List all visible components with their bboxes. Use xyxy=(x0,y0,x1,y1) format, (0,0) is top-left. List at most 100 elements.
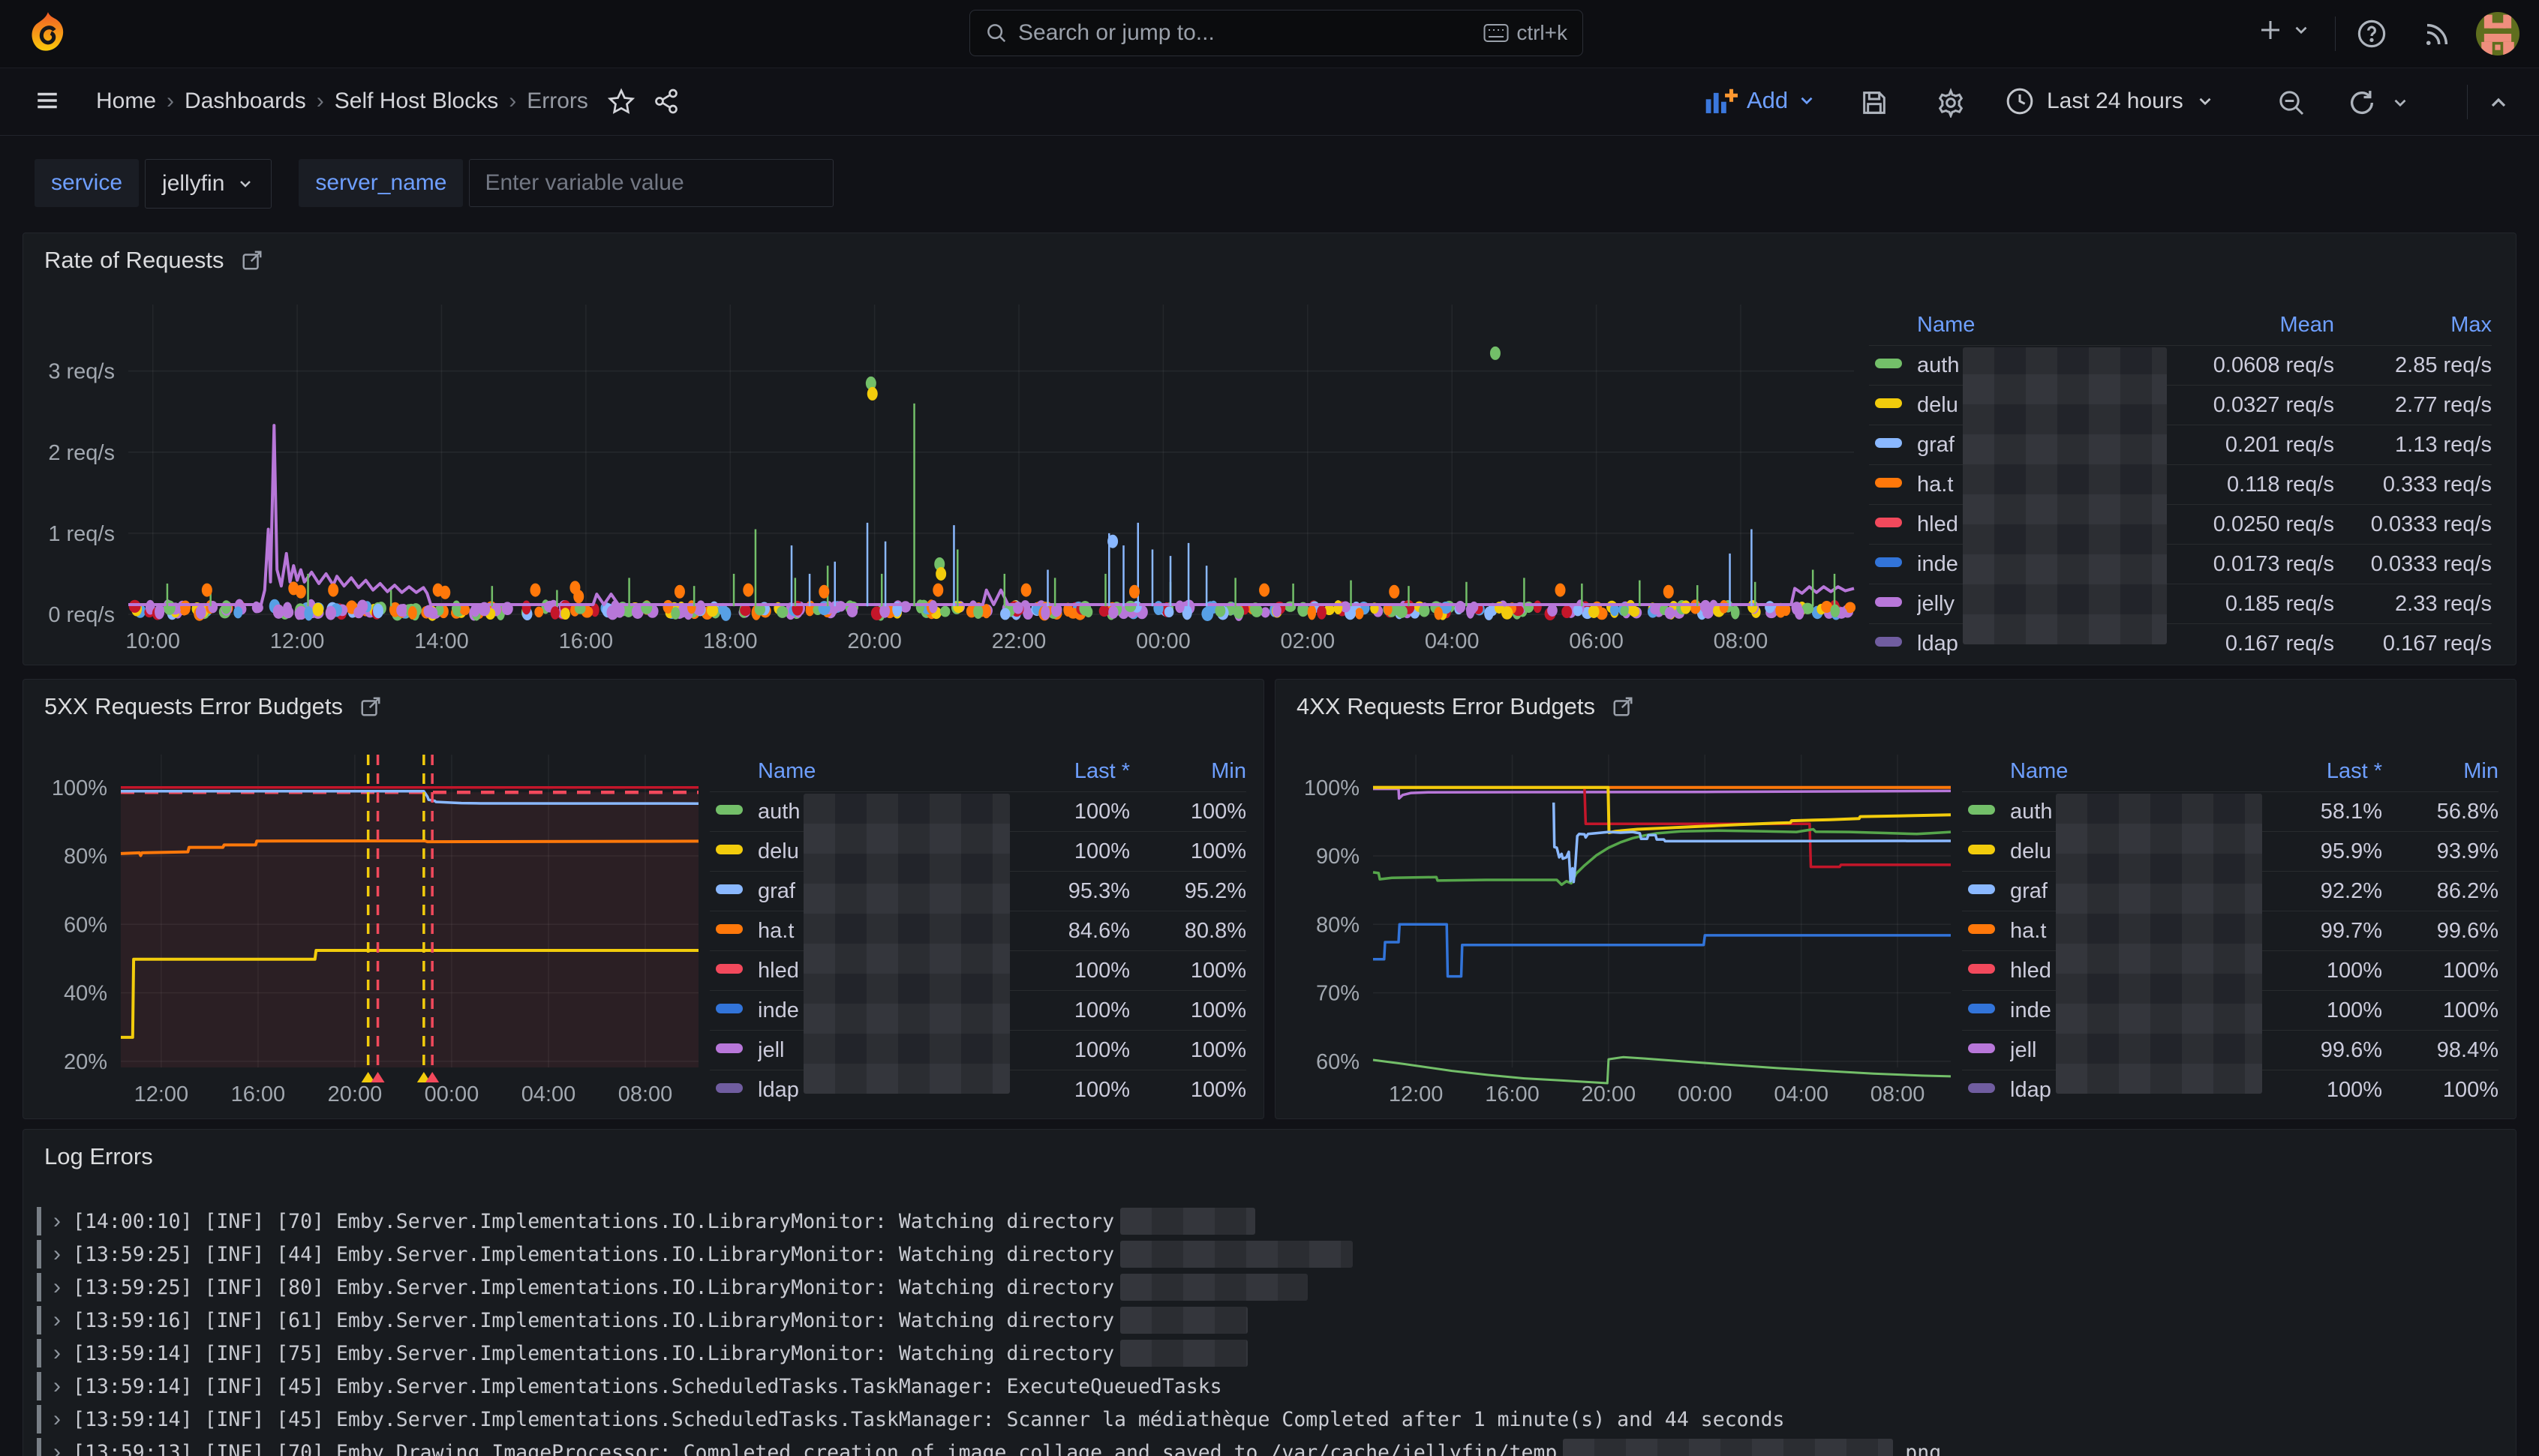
favorite-star-icon[interactable] xyxy=(608,88,635,115)
breadcrumb-separator: › xyxy=(306,89,335,114)
log-level-bar xyxy=(37,1438,41,1456)
series-value-2: 95.2% xyxy=(1130,879,1246,904)
log-message: [13:59:25] [INF] [80] Emby.Server.Implem… xyxy=(73,1276,1114,1299)
user-avatar[interactable] xyxy=(2476,12,2519,56)
log-row[interactable]: ›[13:59:14] [INF] [45] Emby.Server.Imple… xyxy=(23,1370,2516,1403)
series-color-pill xyxy=(1875,557,1902,567)
log-row[interactable]: ›[13:59:16] [INF] [61] Emby.Server.Imple… xyxy=(23,1304,2516,1337)
series-color-pill xyxy=(1968,805,1995,815)
series-color-pill xyxy=(716,884,743,894)
refresh-button[interactable] xyxy=(2347,88,2410,118)
log-row[interactable]: ›[13:59:14] [INF] [45] Emby.Server.Imple… xyxy=(23,1403,2516,1436)
log-expand-chevron-icon[interactable]: › xyxy=(41,1406,73,1432)
time-range-label: Last 24 hours xyxy=(2047,89,2183,114)
series-value-2: 2.33 req/s xyxy=(2334,592,2492,617)
series-color-pill xyxy=(716,845,743,854)
news-icon[interactable] xyxy=(2422,18,2453,50)
series-value-2: 100% xyxy=(1130,1038,1246,1063)
series-value-2: 2.77 req/s xyxy=(2334,393,2492,418)
svg-text:16:00: 16:00 xyxy=(559,629,614,653)
save-dashboard-icon[interactable] xyxy=(1859,88,1889,118)
menu-toggle-icon[interactable] xyxy=(33,88,62,113)
log-level-bar xyxy=(37,1240,41,1268)
series-value-1: 0.0173 req/s xyxy=(2147,552,2334,577)
dashboard-settings-gear-icon[interactable] xyxy=(1936,88,1966,118)
series-value-2: 2.85 req/s xyxy=(2334,353,2492,378)
clock-icon xyxy=(2005,86,2035,116)
log-row[interactable]: ›[13:59:25] [INF] [44] Emby.Server.Imple… xyxy=(23,1238,2516,1271)
log-message-suffix: .png xyxy=(1893,1441,1941,1456)
search-shortcut: ctrl+k xyxy=(1483,21,1567,45)
log-expand-chevron-icon[interactable]: › xyxy=(41,1373,73,1399)
svg-text:40%: 40% xyxy=(64,982,107,1006)
svg-text:20:00: 20:00 xyxy=(1582,1082,1636,1106)
series-value-1: 0.118 req/s xyxy=(2147,473,2334,497)
svg-text:04:00: 04:00 xyxy=(521,1082,576,1106)
series-value-2: 98.4% xyxy=(2382,1038,2498,1063)
variable-service-label: service xyxy=(35,159,139,207)
log-row[interactable]: ›[13:59:25] [INF] [80] Emby.Server.Imple… xyxy=(23,1271,2516,1304)
breadcrumb-current: Errors xyxy=(527,89,588,114)
log-row[interactable]: ›[14:00:10] [INF] [70] Emby.Server.Imple… xyxy=(23,1205,2516,1238)
series-color-pill xyxy=(716,1083,743,1093)
log-row[interactable]: ›[13:59:13] [INF] [70] Emby.Drawing.Imag… xyxy=(23,1436,2516,1456)
series-value-1: 0.185 req/s xyxy=(2147,592,2334,617)
svg-text:00:00: 00:00 xyxy=(1678,1082,1732,1106)
series-value-1: 0.201 req/s xyxy=(2147,433,2334,458)
svg-text:100%: 100% xyxy=(52,776,107,800)
log-expand-chevron-icon[interactable]: › xyxy=(41,1208,73,1234)
toolbar-divider xyxy=(2467,85,2468,119)
log-level-bar xyxy=(37,1306,41,1334)
collapse-chevron-up-icon[interactable] xyxy=(2486,91,2510,115)
log-expand-chevron-icon[interactable]: › xyxy=(41,1439,73,1456)
err5xx-timeseries-chart[interactable]: 100%80%60%40%20%12:0016:0020:0000:0004:0… xyxy=(23,680,714,1122)
panel-title[interactable]: Log Errors xyxy=(44,1143,153,1170)
series-value-2: 100% xyxy=(1130,800,1246,824)
redaction-blur xyxy=(1963,347,2167,644)
svg-text:18:00: 18:00 xyxy=(703,629,758,653)
new-button[interactable] xyxy=(2257,17,2311,44)
add-panel-icon xyxy=(1705,86,1738,115)
series-value-2: 100% xyxy=(1130,839,1246,864)
svg-text:16:00: 16:00 xyxy=(1485,1082,1540,1106)
log-expand-chevron-icon[interactable]: › xyxy=(41,1340,73,1366)
log-row[interactable]: ›[13:59:14] [INF] [75] Emby.Server.Imple… xyxy=(23,1337,2516,1370)
log-message: [13:59:14] [INF] [45] Emby.Server.Implem… xyxy=(73,1408,1784,1431)
breadcrumb-home[interactable]: Home xyxy=(96,89,156,114)
log-expand-chevron-icon[interactable]: › xyxy=(41,1307,73,1333)
share-icon[interactable] xyxy=(653,88,680,115)
help-icon[interactable] xyxy=(2356,18,2387,50)
series-value-2: 86.2% xyxy=(2382,879,2498,904)
variables-row: service jellyfin server_name xyxy=(35,159,834,209)
log-expand-chevron-icon[interactable]: › xyxy=(41,1241,73,1267)
series-value-2: 0.167 req/s xyxy=(2334,632,2492,656)
breadcrumb-folder[interactable]: Self Host Blocks xyxy=(335,89,498,114)
svg-text:04:00: 04:00 xyxy=(1774,1082,1828,1106)
legend-header: Name Last * Min xyxy=(710,752,1246,791)
zoom-out-icon[interactable] xyxy=(2276,88,2306,118)
legend-header: Name Last * Min xyxy=(1962,752,2498,791)
breadcrumb-dashboards[interactable]: Dashboards xyxy=(185,89,306,114)
err4xx-timeseries-chart[interactable]: 100%90%80%70%60%12:0016:0020:0000:0004:0… xyxy=(1276,680,1966,1122)
log-expand-chevron-icon[interactable]: › xyxy=(41,1274,73,1300)
svg-text:20%: 20% xyxy=(64,1050,107,1074)
series-color-pill xyxy=(1968,884,1995,894)
redaction-blur xyxy=(2056,794,2262,1094)
svg-text:04:00: 04:00 xyxy=(1425,629,1480,653)
panel-4xx-error-budgets: 4XX Requests Error Budgets 100%90%80%70%… xyxy=(1275,679,2516,1119)
variable-server-name-input[interactable] xyxy=(469,159,834,207)
rate-timeseries-chart[interactable]: 0 req/s1 req/s2 req/s3 req/s10:0012:0014… xyxy=(23,233,1869,668)
redaction-blur xyxy=(1120,1208,1255,1235)
series-value-2: 1.13 req/s xyxy=(2334,433,2492,458)
svg-text:70%: 70% xyxy=(1316,982,1360,1006)
add-button[interactable]: Add xyxy=(1705,86,1816,115)
time-range-picker[interactable]: Last 24 hours xyxy=(2005,86,2215,116)
legend-header: Name Mean Max xyxy=(1869,305,2492,345)
series-color-pill xyxy=(1968,845,1995,854)
svg-text:14:00: 14:00 xyxy=(414,629,469,653)
variable-service-select[interactable]: jellyfin xyxy=(145,159,272,209)
grafana-logo[interactable] xyxy=(27,11,69,61)
breadcrumb-separator: › xyxy=(156,89,185,114)
search-placeholder: Search or jump to... xyxy=(1018,20,1473,46)
search-input[interactable]: Search or jump to... ctrl+k xyxy=(969,10,1583,56)
